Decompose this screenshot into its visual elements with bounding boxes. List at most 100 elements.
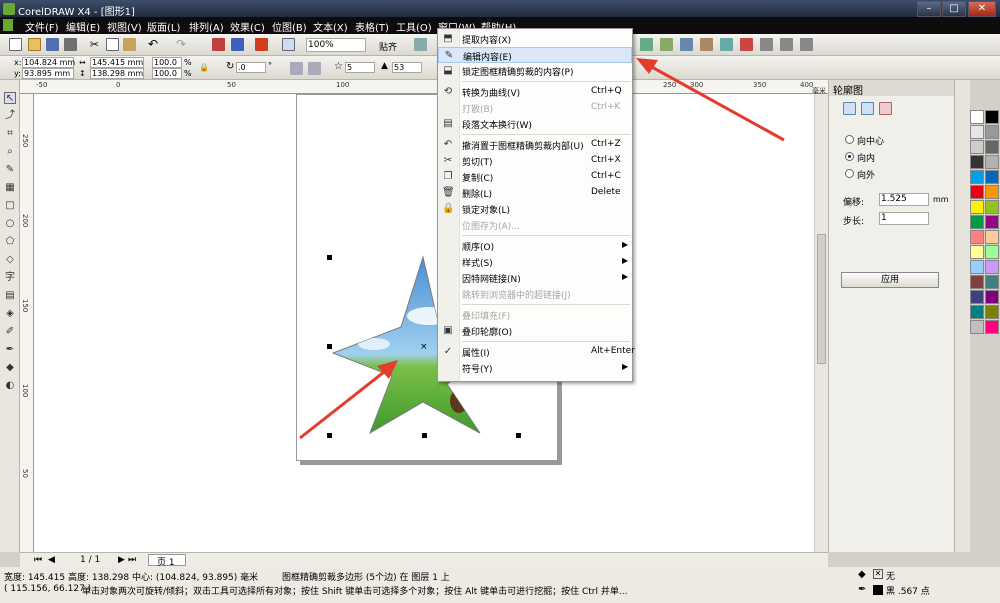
color-swatch[interactable] bbox=[985, 305, 999, 319]
context-menu-item[interactable]: 符号(Y) ▶ bbox=[438, 360, 632, 376]
color-palette[interactable] bbox=[970, 110, 1000, 560]
height-field[interactable]: 138.298 mm bbox=[90, 68, 144, 79]
color-swatch[interactable] bbox=[985, 320, 999, 334]
welcome-icon[interactable] bbox=[282, 38, 295, 51]
color-swatch[interactable] bbox=[985, 200, 999, 214]
y-position-field[interactable]: 93.895 mm bbox=[22, 68, 74, 79]
maximize-button[interactable]: □ bbox=[942, 1, 966, 17]
color-swatch[interactable] bbox=[970, 110, 984, 124]
drawing-canvas[interactable]: × bbox=[34, 94, 814, 552]
color-swatch[interactable] bbox=[970, 140, 984, 154]
color-swatch[interactable] bbox=[985, 290, 999, 304]
app-launcher-icon[interactable] bbox=[255, 38, 268, 51]
rotation-field[interactable]: .0 bbox=[236, 62, 266, 73]
vertical-scrollbar[interactable] bbox=[814, 94, 828, 552]
sharpness-field[interactable]: 53 bbox=[392, 62, 422, 73]
interactive-icon[interactable]: ◈ bbox=[4, 308, 16, 320]
menu-text[interactable]: 文本(X) bbox=[313, 19, 348, 34]
color-swatch[interactable] bbox=[970, 245, 984, 259]
scale-x-field[interactable]: 100.0 bbox=[152, 57, 182, 68]
rectangle-tool-icon[interactable]: □ bbox=[4, 200, 16, 212]
context-menu-item[interactable]: ▣ 叠印轮廓(O) bbox=[438, 323, 632, 339]
x-position-field[interactable]: 104.824 mm bbox=[22, 57, 75, 68]
color-swatch[interactable] bbox=[985, 230, 999, 244]
width-field[interactable]: 145.415 mm bbox=[90, 57, 144, 68]
context-menu-item[interactable]: ❐ 复制(C) Ctrl+C bbox=[438, 169, 632, 185]
menu-tools[interactable]: 工具(O) bbox=[396, 19, 432, 34]
color-swatch[interactable] bbox=[970, 290, 984, 304]
docker-tabs[interactable] bbox=[954, 80, 970, 552]
color-swatch[interactable] bbox=[985, 110, 999, 124]
color-swatch[interactable] bbox=[970, 260, 984, 274]
paste-icon[interactable] bbox=[123, 38, 136, 51]
interactive-fill-icon[interactable]: ◐ bbox=[4, 380, 16, 392]
radio-outside[interactable] bbox=[845, 169, 854, 178]
scale-y-field[interactable]: 100.0 bbox=[152, 68, 182, 79]
color-swatch[interactable] bbox=[985, 140, 999, 154]
export-icon[interactable] bbox=[231, 38, 244, 51]
mirror-h-icon[interactable] bbox=[290, 62, 303, 75]
polygon-tool-icon[interactable]: ⬠ bbox=[4, 236, 16, 248]
color-swatch[interactable] bbox=[985, 245, 999, 259]
context-menu-item[interactable]: ⬒ 提取内容(X) bbox=[438, 31, 632, 47]
menu-file[interactable]: 文件(F) bbox=[25, 19, 59, 34]
context-menu-item[interactable]: ▤ 段落文本换行(W) bbox=[438, 116, 632, 132]
context-menu-item[interactable]: ✎ 编辑内容(E) bbox=[438, 47, 632, 63]
menu-effects[interactable]: 效果(C) bbox=[230, 19, 265, 34]
first-page-icon[interactable]: ⏮ bbox=[34, 555, 42, 565]
radio-to-center[interactable] bbox=[845, 135, 854, 144]
cut-icon[interactable]: ✂ bbox=[88, 38, 101, 51]
page-tab[interactable]: 页 1 bbox=[148, 554, 186, 568]
last-page-icon[interactable]: ⏭ bbox=[128, 555, 136, 565]
snap-button[interactable]: 贴齐 bbox=[379, 40, 397, 53]
color-swatch[interactable] bbox=[985, 275, 999, 289]
menu-bitmaps[interactable]: 位图(B) bbox=[272, 19, 307, 34]
color-swatch[interactable] bbox=[970, 155, 984, 169]
color-swatch[interactable] bbox=[970, 230, 984, 244]
color-swatch[interactable] bbox=[970, 215, 984, 229]
outline-tool-icon[interactable]: ✒ bbox=[4, 344, 16, 356]
color-swatch[interactable] bbox=[985, 260, 999, 274]
color-swatch[interactable] bbox=[970, 125, 984, 139]
copy-icon[interactable] bbox=[106, 38, 119, 51]
context-menu-item[interactable]: 🗑 删除(L) Delete bbox=[438, 185, 632, 201]
contour-inside-icon[interactable] bbox=[861, 102, 874, 115]
menu-arrange[interactable]: 排列(A) bbox=[189, 19, 224, 34]
ellipse-tool-icon[interactable]: ○ bbox=[4, 218, 16, 230]
minimize-button[interactable]: – bbox=[917, 1, 941, 17]
radio-inside[interactable] bbox=[845, 152, 854, 161]
basic-shapes-icon[interactable]: ◇ bbox=[4, 254, 16, 266]
crop-tool-icon[interactable]: ⌗ bbox=[4, 128, 16, 140]
context-menu-item[interactable]: ⟲ 转换为曲线(V) Ctrl+Q bbox=[438, 84, 632, 100]
color-swatch[interactable] bbox=[985, 185, 999, 199]
text-tool-icon[interactable]: 字 bbox=[4, 272, 16, 284]
context-menu-item[interactable]: ✂ 剪切(T) Ctrl+X bbox=[438, 153, 632, 169]
redo-icon[interactable]: ↷ bbox=[176, 38, 189, 51]
open-icon[interactable] bbox=[28, 38, 41, 51]
context-menu-item[interactable]: 因特网链接(N) ▶ bbox=[438, 270, 632, 286]
toolbar-icon-i[interactable] bbox=[800, 38, 813, 51]
context-menu-item[interactable]: 🔒 锁定对象(L) bbox=[438, 201, 632, 217]
color-swatch[interactable] bbox=[970, 320, 984, 334]
color-swatch[interactable] bbox=[970, 200, 984, 214]
doc-menu-icon[interactable] bbox=[3, 19, 13, 31]
print-icon[interactable] bbox=[64, 38, 77, 51]
context-menu-item[interactable]: ✓ 属性(I) Alt+Enter bbox=[438, 344, 635, 360]
color-swatch[interactable] bbox=[985, 155, 999, 169]
color-swatch[interactable] bbox=[970, 170, 984, 184]
context-menu-item[interactable]: ⬓ 锁定图框精确剪裁的内容(P) bbox=[438, 63, 632, 79]
zoom-tool-icon[interactable]: ⌕ bbox=[4, 146, 16, 158]
color-swatch[interactable] bbox=[970, 305, 984, 319]
new-icon[interactable] bbox=[9, 38, 22, 51]
points-field[interactable]: 5 bbox=[345, 62, 375, 73]
undo-icon[interactable]: ↶ bbox=[148, 38, 161, 51]
freehand-tool-icon[interactable]: ✎ bbox=[4, 164, 16, 176]
fill-tool-icon[interactable]: ◆ bbox=[4, 362, 16, 374]
options-icon[interactable] bbox=[414, 38, 427, 51]
menu-table[interactable]: 表格(T) bbox=[355, 19, 389, 34]
contour-center-icon[interactable] bbox=[843, 102, 856, 115]
lock-ratio-icon[interactable]: 🔒 bbox=[199, 63, 209, 72]
color-swatch[interactable] bbox=[970, 185, 984, 199]
table-tool-icon[interactable]: ▤ bbox=[4, 290, 16, 302]
color-swatch[interactable] bbox=[985, 215, 999, 229]
